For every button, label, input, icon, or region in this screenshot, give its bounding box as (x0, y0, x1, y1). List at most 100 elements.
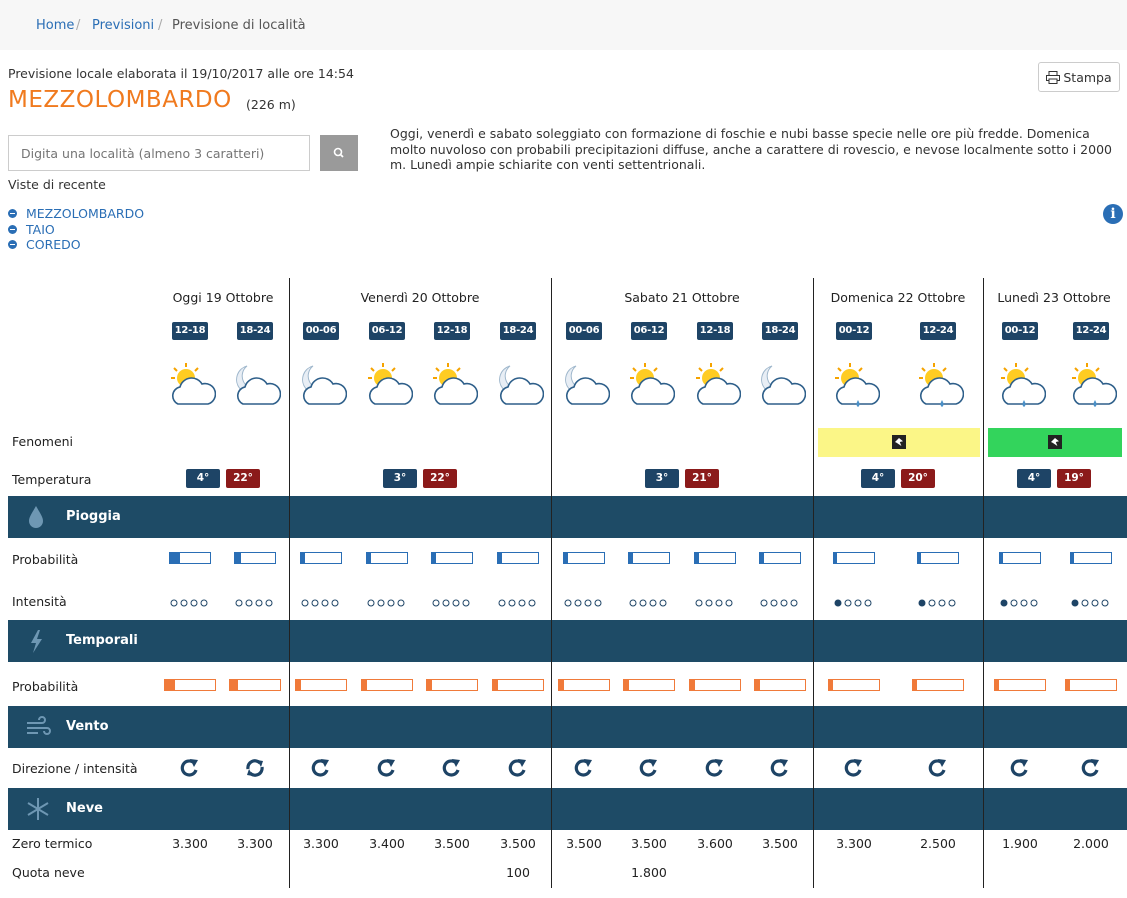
storm-probability-bar (229, 679, 281, 691)
recent-item[interactable]: COREDO (8, 237, 144, 253)
section-vento: Vento (8, 706, 1127, 748)
rain-intensity-icon (301, 599, 339, 607)
remove-icon[interactable] (8, 209, 17, 219)
section-neve: Neve (8, 788, 1127, 830)
time-slot-badge: 12-24 (920, 322, 956, 340)
wind-variable-icon (246, 759, 264, 777)
day-header: Domenica 22 Ottobre (830, 290, 966, 305)
zero-termico-value: 2.000 (1073, 836, 1109, 851)
row-label-direzione: Direzione / intensità (12, 761, 138, 776)
rain-probability-bar (999, 552, 1041, 564)
wind-direction-icon (1010, 759, 1028, 777)
zero-termico-value: 3.500 (500, 836, 536, 851)
raindrop-icon (29, 506, 43, 528)
search-button[interactable] (320, 135, 358, 171)
rain-intensity-icon (834, 599, 872, 607)
storm-probability-bar (828, 679, 880, 691)
time-slot-badge: 18-24 (500, 322, 536, 340)
remove-icon[interactable] (8, 240, 17, 250)
rain-probability-bar (694, 552, 736, 564)
sun-cloud-rain-icon (1072, 363, 1117, 407)
time-slot-badge: 00-12 (836, 322, 872, 340)
rain-probability-bar (628, 552, 670, 564)
fenomeni-warning[interactable] (818, 428, 980, 457)
rain-intensity-icon (695, 599, 733, 607)
elaboration-date: Previsione locale elaborata il 19/10/201… (8, 66, 354, 81)
forecast-description: Oggi, venerdì e sabato soleggiato con fo… (390, 126, 1112, 172)
wind-direction-icon (844, 759, 862, 777)
row-label-probabilita-temporali: Probabilità (12, 679, 79, 694)
day-header: Sabato 21 Ottobre (624, 290, 740, 305)
zero-termico-value: 3.300 (237, 836, 273, 851)
rain-probability-bar (917, 552, 959, 564)
storm-probability-bar (994, 679, 1046, 691)
sun-behind-cloud-icon (630, 363, 675, 405)
rain-probability-bar (300, 552, 342, 564)
rain-intensity-icon (760, 599, 798, 607)
rain-probability-bar (366, 552, 408, 564)
wind-direction-icon (180, 759, 198, 777)
breadcrumb-current: Previsione di località (172, 18, 306, 33)
wind-direction-icon (928, 759, 946, 777)
rain-probability-bar (759, 552, 801, 564)
print-button[interactable]: Stampa (1038, 62, 1120, 92)
day-header: Venerdì 20 Ottobre (360, 290, 480, 305)
moon-behind-cloud-icon (499, 365, 544, 405)
wind-direction-icon (442, 759, 460, 777)
wind-icon (27, 716, 51, 735)
breadcrumb-home[interactable]: Home (36, 18, 74, 33)
storm-probability-bar (689, 679, 741, 691)
wind-direction-icon (377, 759, 395, 777)
storm-probability-bar (164, 679, 216, 691)
breadcrumb: Home / Previsioni / Previsione di locali… (0, 0, 1127, 50)
remove-icon[interactable] (8, 224, 17, 234)
row-label-intensita: Intensità (12, 594, 67, 609)
breadcrumb-separator: / (158, 18, 163, 33)
storm-probability-bar (295, 679, 347, 691)
time-slot-badge: 12-24 (1073, 322, 1109, 340)
storm-probability-bar (754, 679, 806, 691)
breadcrumb-previsioni[interactable]: Previsioni (92, 18, 154, 33)
rain-intensity-icon (1071, 599, 1109, 607)
day-separator (983, 278, 984, 888)
temperature-max: 21° (685, 469, 719, 488)
day-separator (813, 278, 814, 888)
storm-probability-bar (426, 679, 478, 691)
recent-item[interactable]: MEZZOLOMBARDO (8, 206, 144, 222)
storm-probability-bar (623, 679, 675, 691)
info-icon[interactable]: i (1103, 204, 1123, 224)
time-slot-badge: 00-12 (1002, 322, 1038, 340)
sun-cloud-rain-icon (1001, 363, 1046, 407)
zero-termico-value: 3.500 (631, 836, 667, 851)
rain-probability-bar (431, 552, 473, 564)
section-pioggia: Pioggia (8, 496, 1127, 538)
rain-intensity-icon (367, 599, 405, 607)
time-slot-badge: 00-06 (566, 322, 602, 340)
temperature-min: 4° (1017, 469, 1051, 488)
section-temporali: Temporali (8, 620, 1127, 662)
fenomeni-warning[interactable] (988, 428, 1122, 457)
rain-intensity-icon (170, 599, 208, 607)
row-label-temperatura: Temperatura (12, 472, 92, 487)
search-icon (333, 147, 344, 158)
wind-direction-icon (1081, 759, 1099, 777)
day-separator (551, 278, 552, 888)
day-header: Oggi 19 Ottobre (172, 290, 274, 305)
zero-termico-value: 3.600 (697, 836, 733, 851)
sun-behind-cloud-icon (368, 363, 413, 405)
lightning-icon (31, 630, 42, 653)
zero-termico-value: 3.500 (566, 836, 602, 851)
time-slot-badge: 06-12 (369, 322, 405, 340)
row-label-quota-neve: Quota neve (12, 865, 85, 880)
storm-probability-bar (1065, 679, 1117, 691)
zero-termico-value: 2.500 (920, 836, 956, 851)
sun-behind-cloud-icon (696, 363, 741, 405)
time-slot-badge: 12-18 (697, 322, 733, 340)
recent-item[interactable]: TAIO (8, 222, 144, 238)
temperature-max: 22° (226, 469, 260, 488)
rain-probability-bar (833, 552, 875, 564)
temperature-max: 20° (901, 469, 935, 488)
zero-termico-value: 3.400 (369, 836, 405, 851)
search-input[interactable] (8, 135, 310, 171)
wind-direction-icon (705, 759, 723, 777)
